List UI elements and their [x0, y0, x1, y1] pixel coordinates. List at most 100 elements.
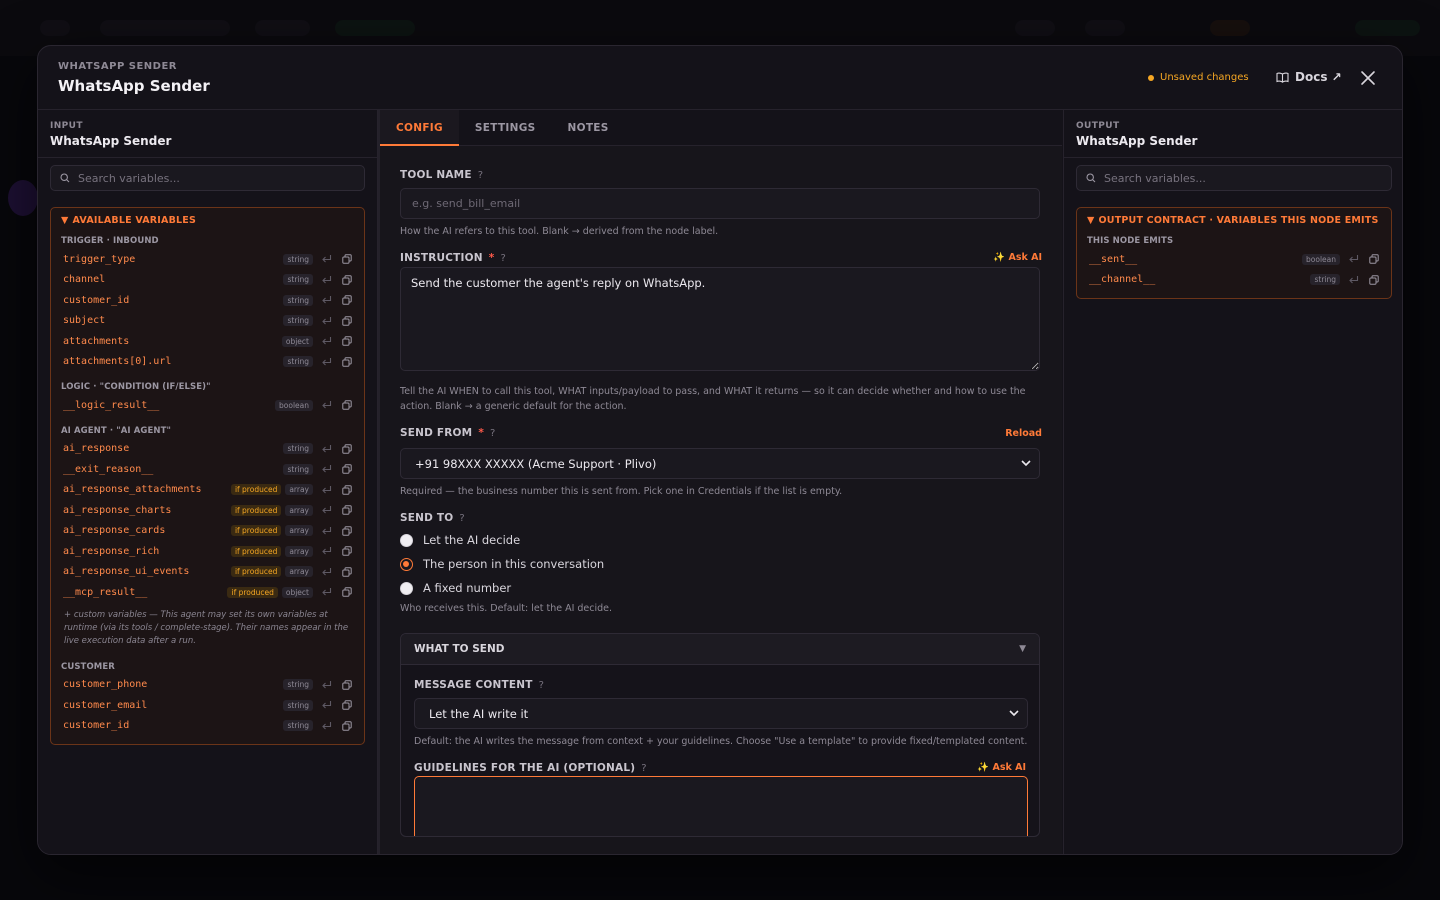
help-icon[interactable]: ?	[490, 428, 496, 439]
send-to-option-conversation[interactable]: The person in this conversation	[400, 552, 1042, 576]
message-content-select[interactable]: Let the AI write it	[414, 698, 1028, 729]
copy-icon[interactable]	[342, 700, 352, 710]
insert-variable-icon[interactable]	[321, 400, 332, 410]
insert-variable-icon[interactable]	[321, 546, 332, 556]
insert-variable-icon[interactable]	[321, 700, 332, 710]
insert-variable-icon[interactable]	[321, 444, 332, 454]
insert-variable-icon[interactable]	[321, 316, 332, 326]
insert-variable-icon[interactable]	[321, 357, 332, 367]
variable-name: customer_id	[63, 294, 130, 306]
copy-icon[interactable]	[342, 444, 352, 454]
insert-variable-icon[interactable]	[321, 505, 332, 515]
variable-row[interactable]: __sent__ boolean	[1077, 249, 1391, 270]
copy-icon[interactable]	[1369, 275, 1379, 285]
type-badge: string	[283, 679, 313, 691]
copy-icon[interactable]	[342, 721, 352, 731]
copy-icon[interactable]	[342, 254, 352, 264]
insert-variable-icon[interactable]	[321, 275, 332, 285]
help-icon[interactable]: ?	[539, 680, 545, 691]
variable-row[interactable]: channel string	[51, 270, 364, 291]
copy-icon[interactable]	[342, 357, 352, 367]
variable-row[interactable]: ai_response_rich if produced array	[51, 541, 364, 562]
send-from-value: +91 98XXX XXXXX (Acme Support · Plivo)	[415, 456, 657, 471]
variable-row[interactable]: customer_phone string	[51, 675, 364, 696]
output-contract-toggle[interactable]: ▼ OUTPUT CONTRACT · VARIABLES THIS NODE …	[1077, 215, 1391, 226]
send-from-select[interactable]: +91 98XXX XXXXX (Acme Support · Plivo)	[400, 448, 1040, 479]
input-search-field[interactable]	[78, 171, 338, 185]
radio-button-selected[interactable]	[400, 557, 413, 571]
copy-icon[interactable]	[342, 546, 352, 556]
guidelines-ask-ai-button[interactable]: ✨ Ask AI	[977, 762, 1026, 773]
variable-row[interactable]: attachments object	[51, 331, 364, 352]
insert-variable-icon[interactable]	[321, 680, 332, 690]
insert-variable-icon[interactable]	[321, 526, 332, 536]
insert-variable-icon[interactable]	[321, 254, 332, 264]
copy-icon[interactable]	[342, 526, 352, 536]
instruction-textarea[interactable]	[400, 267, 1040, 371]
tool-name-input[interactable]	[400, 188, 1040, 219]
help-icon[interactable]: ?	[478, 170, 484, 181]
copy-icon[interactable]	[342, 464, 352, 474]
variable-row[interactable]: __logic_result__ boolean	[51, 395, 364, 416]
copy-icon[interactable]	[342, 316, 352, 326]
copy-icon[interactable]	[342, 336, 352, 346]
type-badge: object	[281, 335, 313, 347]
variable-row[interactable]: __exit_reason__ string	[51, 459, 364, 480]
radio-button[interactable]	[400, 533, 413, 547]
insert-variable-icon[interactable]	[321, 567, 332, 577]
variable-row[interactable]: subject string	[51, 311, 364, 332]
variable-row[interactable]: ai_response_ui_events if produced array	[51, 562, 364, 583]
output-search[interactable]	[1076, 165, 1392, 191]
variable-row[interactable]: ai_response_cards if produced array	[51, 521, 364, 542]
insert-variable-icon[interactable]	[321, 485, 332, 495]
variable-row[interactable]: __channel__ string	[1077, 270, 1391, 291]
guidelines-textarea[interactable]	[414, 776, 1028, 836]
help-icon[interactable]: ?	[500, 253, 506, 264]
variable-row[interactable]: trigger_type string	[51, 249, 364, 270]
output-search-field[interactable]	[1104, 171, 1364, 185]
reload-button[interactable]: Reload	[1005, 428, 1042, 439]
variable-row[interactable]: attachments[0].url string	[51, 352, 364, 373]
variable-row[interactable]: customer_id string	[51, 290, 364, 311]
insert-variable-icon[interactable]	[321, 721, 332, 731]
what-to-send-toggle[interactable]: WHAT TO SEND ▼	[401, 634, 1039, 665]
copy-icon[interactable]	[1369, 254, 1379, 264]
insert-variable-icon[interactable]	[321, 336, 332, 346]
tab-config[interactable]: CONFIG	[380, 110, 459, 146]
unsaved-dot-icon	[1148, 74, 1154, 81]
available-variables-toggle[interactable]: ▼ AVAILABLE VARIABLES	[51, 215, 364, 226]
copy-icon[interactable]	[342, 567, 352, 577]
copy-icon[interactable]	[342, 505, 352, 515]
copy-icon[interactable]	[342, 275, 352, 285]
insert-variable-icon[interactable]	[321, 295, 332, 305]
insert-variable-icon[interactable]	[1348, 254, 1359, 264]
insert-variable-icon[interactable]	[321, 464, 332, 474]
insert-variable-icon[interactable]	[1348, 275, 1359, 285]
variable-row[interactable]: ai_response string	[51, 439, 364, 460]
guidelines-row: GUIDELINES FOR THE AI (OPTIONAL) ? ✨ Ask…	[414, 762, 1026, 774]
copy-icon[interactable]	[342, 400, 352, 410]
copy-icon[interactable]	[342, 680, 352, 690]
variable-row[interactable]: ai_response_charts if produced array	[51, 500, 364, 521]
send-to-option-fixed[interactable]: A fixed number	[400, 576, 1042, 600]
docs-link[interactable]: Docs ↗	[1276, 70, 1342, 84]
tab-settings[interactable]: SETTINGS	[459, 110, 552, 146]
help-icon[interactable]: ?	[459, 513, 465, 524]
close-icon[interactable]	[1358, 68, 1378, 88]
variable-row[interactable]: ai_response_attachments if produced array	[51, 480, 364, 501]
variable-row[interactable]: customer_email string	[51, 695, 364, 716]
copy-icon[interactable]	[342, 295, 352, 305]
copy-icon[interactable]	[342, 485, 352, 495]
send-to-option-ai[interactable]: Let the AI decide	[400, 528, 1042, 552]
insert-variable-icon[interactable]	[321, 587, 332, 597]
copy-icon[interactable]	[342, 587, 352, 597]
radio-button[interactable]	[400, 581, 413, 595]
input-search[interactable]	[50, 165, 365, 191]
variable-row[interactable]: customer_id string	[51, 716, 364, 737]
tab-notes[interactable]: NOTES	[552, 110, 625, 146]
tab-bar: CONFIG SETTINGS NOTES	[380, 110, 1062, 146]
chevron-down-icon	[1009, 710, 1019, 717]
help-icon[interactable]: ?	[641, 763, 647, 774]
instruction-ask-ai-button[interactable]: ✨ Ask AI	[993, 252, 1042, 263]
variable-row[interactable]: __mcp_result__ if produced object	[51, 582, 364, 603]
